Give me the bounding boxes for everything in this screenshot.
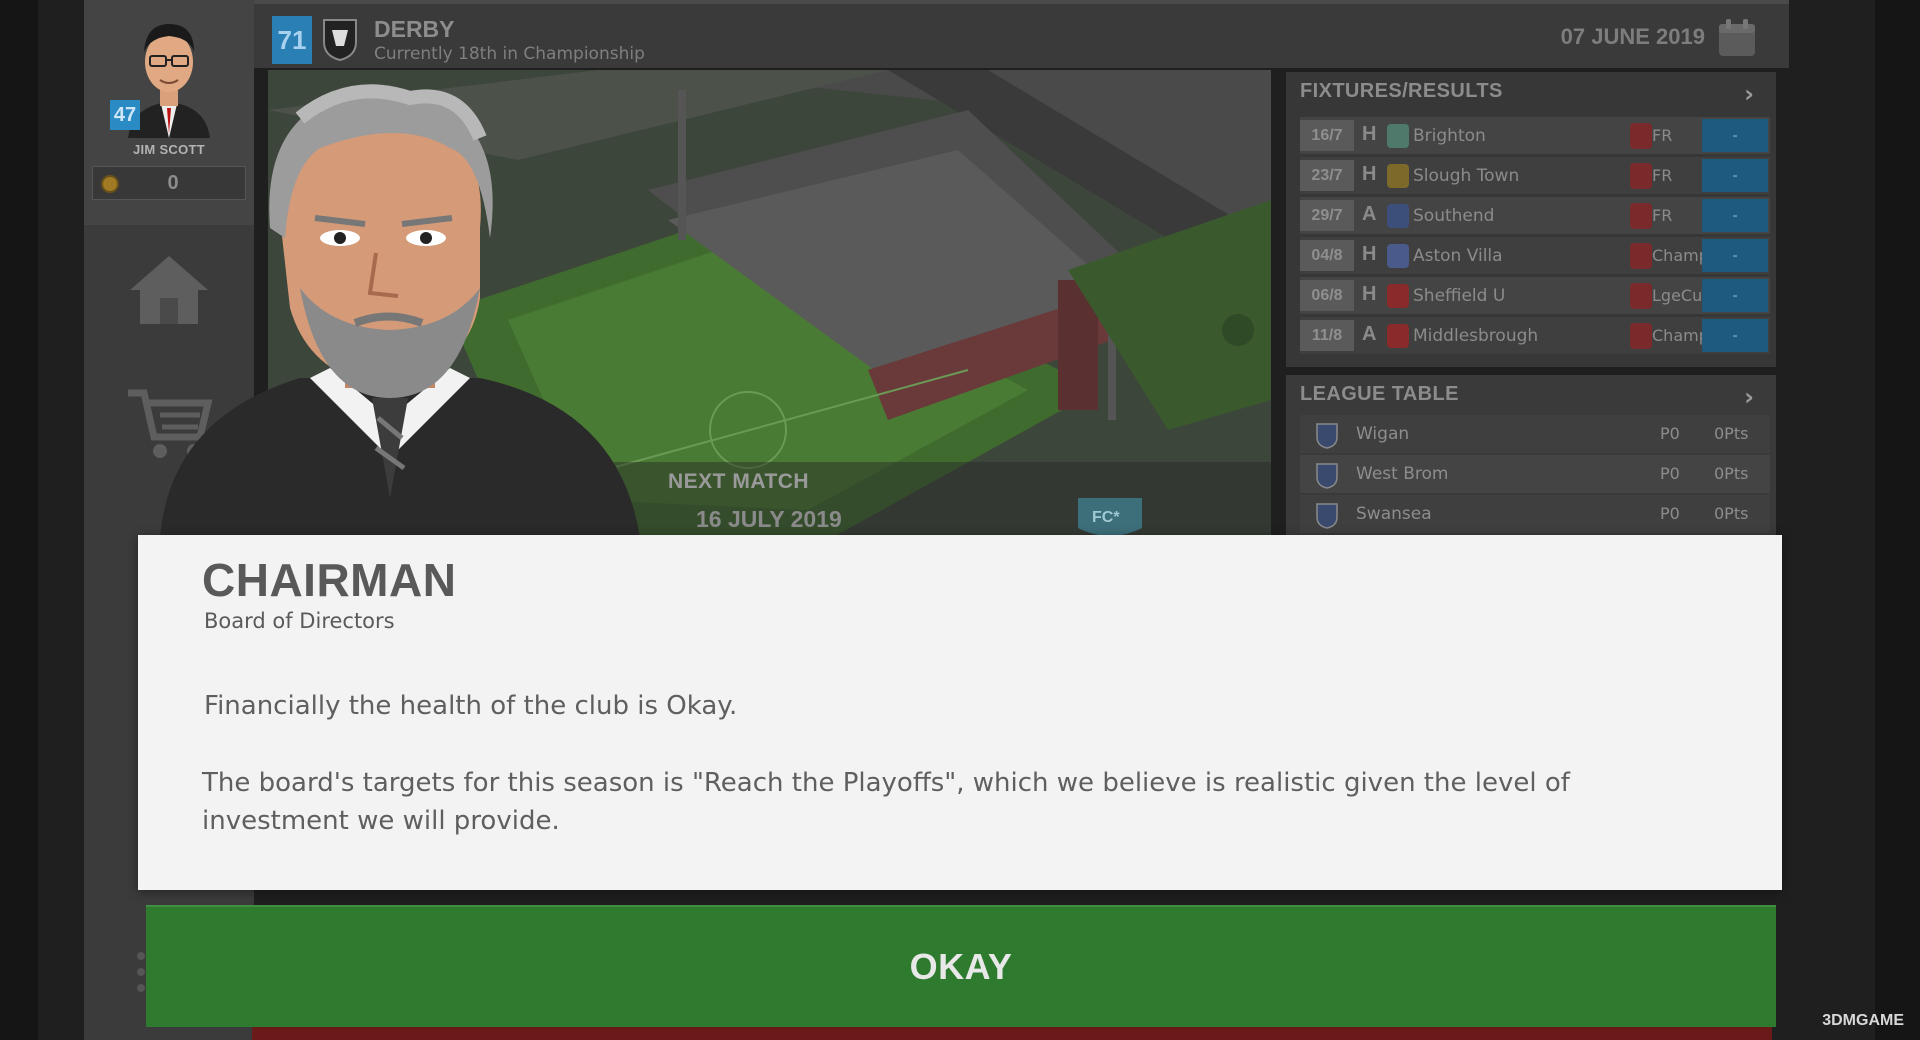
- fixture-date: 11/8: [1300, 320, 1354, 351]
- team-crest-icon: [1387, 244, 1409, 268]
- competition-icon: [1630, 323, 1652, 349]
- league-team-name: Swansea: [1356, 504, 1432, 524]
- fixture-competition: FR: [1652, 206, 1673, 225]
- league-team-points: 0Pts: [1714, 504, 1749, 523]
- league-team-name: Wigan: [1356, 424, 1410, 444]
- team-crest-icon: [1316, 503, 1338, 529]
- fixtures-title: FIXTURES/RESULTS: [1300, 80, 1503, 102]
- right-border: [1875, 0, 1920, 1040]
- fixture-venue: H: [1362, 163, 1377, 185]
- dialog-subtitle: Board of Directors: [204, 609, 395, 633]
- dialog-message-finance: Financially the health of the club is Ok…: [204, 691, 738, 721]
- team-crest-icon: [1316, 463, 1338, 489]
- competition-icon: [1630, 163, 1652, 189]
- competition-icon: [1630, 243, 1652, 269]
- fixture-row[interactable]: 04/8 H Aston Villa Champ -: [1300, 237, 1770, 274]
- game-screen: 47 JIM SCOTT 0 71 DERBY Currently 18th i…: [0, 0, 1920, 1040]
- fixture-result: -: [1702, 119, 1768, 152]
- club-name: DERBY: [374, 16, 455, 42]
- fixture-opponent: Brighton: [1413, 126, 1486, 146]
- team-crest-icon: [1387, 284, 1409, 308]
- next-match-label: NEXT MATCH: [668, 470, 810, 493]
- top-header: 71 DERBY Currently 18th in Championship …: [254, 0, 1789, 68]
- chevron-right-icon[interactable]: ›: [1744, 383, 1754, 411]
- fixture-date: 16/7: [1300, 120, 1354, 151]
- fixture-date: 04/8: [1300, 240, 1354, 271]
- fixture-date: 23/7: [1300, 160, 1354, 191]
- club-crest-icon: [323, 19, 357, 62]
- fixture-venue: A: [1362, 203, 1377, 225]
- team-crest-icon: [1316, 423, 1338, 449]
- fixture-competition: FR: [1652, 166, 1673, 185]
- fixture-opponent: Sheffield U: [1413, 286, 1506, 306]
- fixture-row[interactable]: 16/7 H Brighton FR -: [1300, 117, 1770, 154]
- fixture-row[interactable]: 06/8 H Sheffield U LgeCup -: [1300, 277, 1770, 314]
- next-match-date: 16 JULY 2019: [696, 506, 842, 532]
- team-crest-icon: [1387, 164, 1409, 188]
- fixture-competition: Champ: [1652, 246, 1709, 265]
- manager-rating-badge: 47: [110, 100, 140, 130]
- fixture-result: -: [1702, 319, 1768, 352]
- fixture-result: -: [1702, 279, 1768, 312]
- competition-icon: [1630, 283, 1652, 309]
- svg-text:FC*: FC*: [1092, 509, 1120, 526]
- team-crest-icon: [1387, 124, 1409, 148]
- bottom-bar: [252, 1027, 1772, 1040]
- fixture-opponent: Slough Town: [1413, 166, 1520, 186]
- competition-icon: [1630, 203, 1652, 229]
- fixture-date: 06/8: [1300, 280, 1354, 311]
- league-table-row[interactable]: West Brom P0 0Pts: [1300, 455, 1770, 493]
- league-table-row[interactable]: Swansea P0 0Pts: [1300, 495, 1770, 533]
- game-date: 07 JUNE 2019: [1560, 24, 1705, 49]
- fixture-opponent: Middlesbrough: [1413, 326, 1539, 346]
- fixture-row[interactable]: 11/8 A Middlesbrough Champ -: [1300, 317, 1770, 354]
- more-options-icon[interactable]: [136, 950, 146, 1000]
- fixture-venue: A: [1362, 323, 1377, 345]
- league-table-title: LEAGUE TABLE: [1300, 383, 1459, 405]
- fixture-result: -: [1702, 199, 1768, 232]
- okay-button-label: OKAY: [909, 946, 1013, 987]
- fixture-date: 29/7: [1300, 200, 1354, 231]
- watermark: 3DMGAME: [1822, 1012, 1904, 1029]
- dialog-title: CHAIRMAN: [202, 554, 457, 606]
- league-table-panel: LEAGUE TABLE › Wigan P0 0Pts West Brom P…: [1286, 375, 1776, 540]
- team-crest-icon: [1387, 204, 1409, 228]
- dialog-message-targets: The board's targets for this season is "…: [202, 768, 1570, 836]
- league-team-played: P0: [1660, 424, 1680, 443]
- fixtures-panel: FIXTURES/RESULTS › 16/7 H Brighton FR - …: [1286, 72, 1776, 367]
- league-team-points: 0Pts: [1714, 424, 1749, 443]
- club-rating-badge: 71: [272, 16, 312, 64]
- competition-icon: [1630, 123, 1652, 149]
- league-team-played: P0: [1660, 504, 1680, 523]
- team-crest-icon: [1387, 324, 1409, 348]
- chairman-dialog: CHAIRMAN Board of Directors Financially …: [138, 535, 1782, 890]
- fixture-opponent: Southend: [1413, 206, 1495, 226]
- fixture-venue: H: [1362, 123, 1377, 145]
- fixture-venue: H: [1362, 283, 1377, 305]
- league-table-row[interactable]: Wigan P0 0Pts: [1300, 415, 1770, 453]
- calendar-icon[interactable]: [1717, 18, 1757, 58]
- fixture-row[interactable]: 23/7 H Slough Town FR -: [1300, 157, 1770, 194]
- fixture-opponent: Aston Villa: [1413, 246, 1503, 266]
- chairman-portrait: [160, 84, 640, 538]
- okay-button[interactable]: OKAY: [146, 905, 1776, 1027]
- fixture-competition: FR: [1652, 126, 1673, 145]
- fixture-venue: H: [1362, 243, 1377, 265]
- league-team-points: 0Pts: [1714, 464, 1749, 483]
- chevron-right-icon[interactable]: ›: [1744, 80, 1754, 108]
- club-status: Currently 18th in Championship: [374, 44, 645, 64]
- fixture-result: -: [1702, 159, 1768, 192]
- fixture-row[interactable]: 29/7 A Southend FR -: [1300, 197, 1770, 234]
- opponent-crest-icon: FC*: [1078, 498, 1142, 536]
- fixture-competition: Champ: [1652, 326, 1709, 345]
- coin-icon: [101, 175, 119, 193]
- league-team-name: West Brom: [1356, 464, 1449, 484]
- league-team-played: P0: [1660, 464, 1680, 483]
- left-border: [0, 0, 38, 1040]
- fixture-result: -: [1702, 239, 1768, 272]
